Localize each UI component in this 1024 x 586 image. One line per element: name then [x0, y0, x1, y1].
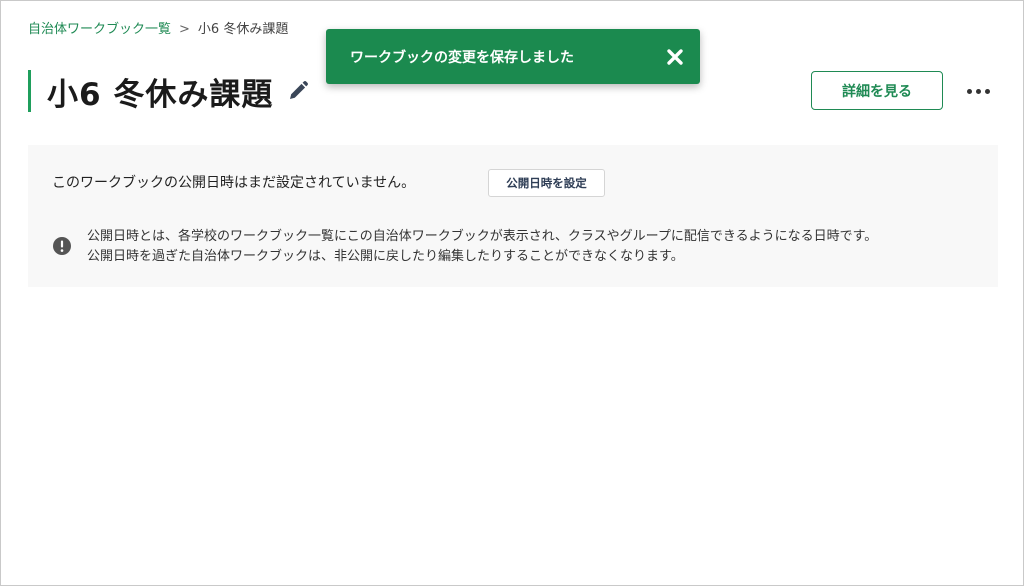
- breadcrumb-separator: >: [179, 22, 190, 37]
- breadcrumb: 自治体ワークブック一覧 > 小6 冬休み課題: [28, 21, 288, 39]
- app-window: 自治体ワークブック一覧 > 小6 冬休み課題 小6 冬休み課題 詳細を見る この…: [0, 0, 1024, 586]
- save-success-toast: ワークブックの変更を保存しました: [326, 29, 700, 84]
- page-title: 小6 冬休み課題: [47, 76, 274, 113]
- breadcrumb-current: 小6 冬休み課題: [197, 22, 289, 37]
- publish-info-line-1: 公開日時とは、各学校のワークブック一覧にこの自治体ワークブックが表示され、クラス…: [87, 229, 878, 244]
- set-publish-date-button[interactable]: 公開日時を設定: [488, 169, 605, 197]
- exclamation-circle-icon: [52, 236, 72, 256]
- title-row: 小6 冬休み課題: [28, 70, 311, 113]
- publish-status-text: このワークブックの公開日時はまだ設定されていません。: [52, 175, 416, 191]
- publish-info-line-2: 公開日時を過ぎた自治体ワークブックは、非公開に戻したり編集したりすることができな…: [87, 249, 684, 264]
- title-accent-bar: [28, 70, 31, 112]
- publish-info-description: 公開日時とは、各学校のワークブック一覧にこの自治体ワークブックが表示され、クラス…: [87, 227, 877, 267]
- close-icon[interactable]: [664, 46, 686, 68]
- breadcrumb-link-workbook-list[interactable]: 自治体ワークブック一覧: [28, 21, 171, 39]
- view-details-button[interactable]: 詳細を見る: [811, 71, 943, 110]
- toast-message: ワークブックの変更を保存しました: [350, 49, 574, 66]
- more-options-icon[interactable]: [963, 79, 993, 103]
- pencil-icon[interactable]: [285, 78, 311, 104]
- publish-date-panel: このワークブックの公開日時はまだ設定されていません。 公開日時を設定 公開日時と…: [28, 145, 998, 287]
